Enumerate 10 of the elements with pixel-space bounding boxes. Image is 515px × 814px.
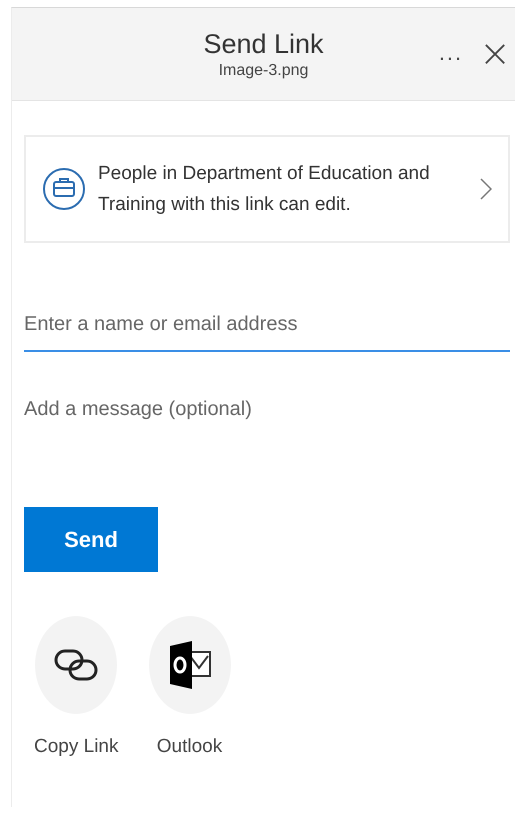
permission-text: People in Department of Education and Training with this link can edit. (98, 162, 431, 217)
send-button[interactable]: Send (24, 507, 158, 572)
chevron-right-icon (480, 178, 492, 200)
permission-card[interactable]: People in Department of Education and Training with this link can edit. (24, 135, 510, 243)
more-button[interactable]: ... (438, 40, 464, 66)
briefcase-icon (42, 167, 86, 211)
mail-app-icon (168, 640, 212, 690)
dialog-title: Send Link (203, 28, 324, 60)
file-name: Image-3.png (218, 62, 308, 80)
close-button[interactable]: × (475, 34, 515, 72)
